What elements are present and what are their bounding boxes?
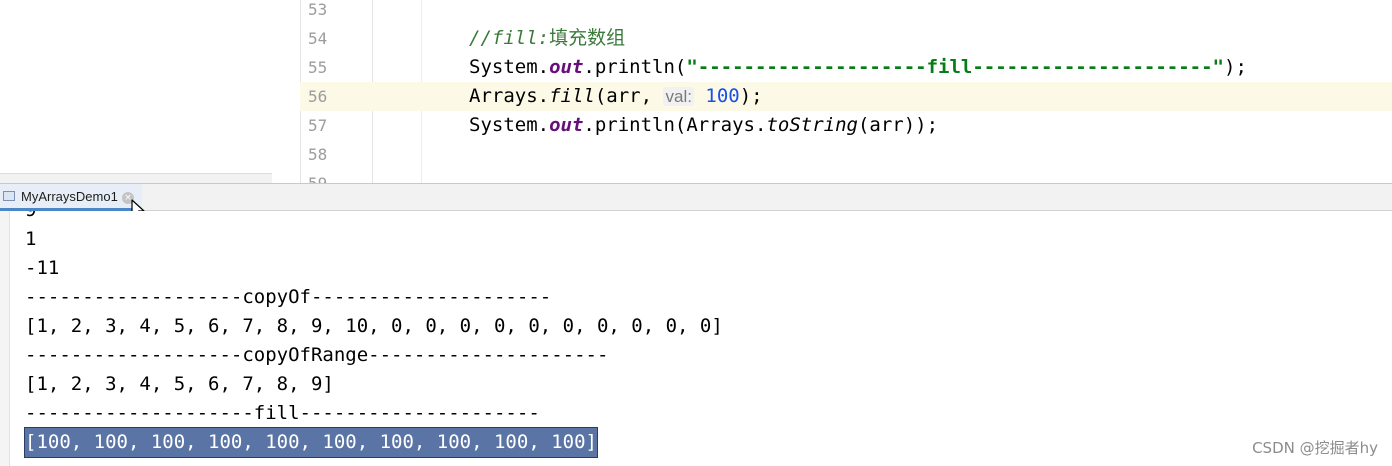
code-text: Arrays.fill(arr, val: 100); <box>469 82 763 111</box>
method-token: toString <box>766 114 858 136</box>
line-number: 59 <box>300 169 373 183</box>
code-token: ); <box>1224 56 1247 78</box>
tool-window-strip <box>0 173 272 183</box>
code-line[interactable]: 59 <box>300 169 1392 183</box>
run-tab-myarraysdemo1[interactable]: MyArraysDemo1 × <box>0 184 142 211</box>
line-number: 57 <box>308 116 328 135</box>
field-token: out <box>549 56 584 78</box>
console-line: -------------------copyOf---------------… <box>25 286 552 308</box>
code-token: (arr)); <box>857 114 939 136</box>
code-token: System. <box>469 56 550 78</box>
comment-text: //fill: <box>469 27 550 49</box>
run-tab-bar: MyArraysDemo1 × <box>0 183 1392 211</box>
code-line[interactable]: 58 <box>300 140 1392 169</box>
console-line: [1, 2, 3, 4, 5, 6, 7, 8, 9] <box>25 373 334 395</box>
line-number: 53 <box>308 0 328 19</box>
console-icon <box>3 191 15 201</box>
console-line: 1 <box>25 228 37 250</box>
string-literal: "--------------------fill---------------… <box>686 56 1224 78</box>
code-token: Arrays. <box>469 85 550 107</box>
code-text: //fill:填充数组 <box>469 24 625 53</box>
code-token: ); <box>739 85 763 107</box>
field-token: out <box>549 114 584 136</box>
code-text: System.out.println(Arrays.toString(arr))… <box>469 111 938 140</box>
code-token: System. <box>469 114 550 136</box>
console-toolbar <box>0 211 10 466</box>
code-line[interactable]: 55 System.out.println("-----------------… <box>300 53 1392 82</box>
code-token: .println(Arrays. <box>583 114 767 136</box>
console-line: -11 <box>25 257 60 279</box>
console-line: [1, 2, 3, 4, 5, 6, 7, 8, 9, 10, 0, 0, 0,… <box>25 315 723 337</box>
console-line: -------------------copyOfRange----------… <box>25 344 609 366</box>
console-line: --------------------fill----------------… <box>25 402 540 424</box>
line-number: 56 <box>308 87 328 106</box>
line-number: 55 <box>308 58 328 77</box>
code-line[interactable]: 53 <box>300 0 1392 24</box>
line-number: 54 <box>308 29 328 48</box>
code-line[interactable]: 54 //fill:填充数组 <box>300 24 1392 53</box>
watermark: CSDN @挖掘者hy <box>1252 439 1378 457</box>
run-tab-label: MyArraysDemo1 <box>21 189 118 204</box>
code-token: (arr, <box>594 85 664 107</box>
project-panel-area <box>0 0 300 183</box>
code-line[interactable]: 57 System.out.println(Arrays.toString(ar… <box>300 111 1392 140</box>
method-token: fill <box>549 85 595 107</box>
console-line: 9 <box>25 211 36 225</box>
comment-text-cjk: 填充数组 <box>549 27 626 49</box>
code-editor[interactable]: 53 54 //fill:填充数组 55 System.out.println(… <box>0 0 1392 183</box>
code-token: .println( <box>583 56 687 78</box>
parameter-hint: val: <box>663 87 694 106</box>
code-text: System.out.println("--------------------… <box>469 53 1247 82</box>
console-output[interactable]: 9 1 -11 -------------------copyOf-------… <box>0 211 1392 466</box>
line-number: 58 <box>308 145 328 164</box>
number-literal: 100 <box>705 85 740 107</box>
code-line-current[interactable]: 56 Arrays.fill(arr, val: 100); <box>300 82 1392 111</box>
console-line-selected[interactable]: [100, 100, 100, 100, 100, 100, 100, 100,… <box>24 427 598 458</box>
